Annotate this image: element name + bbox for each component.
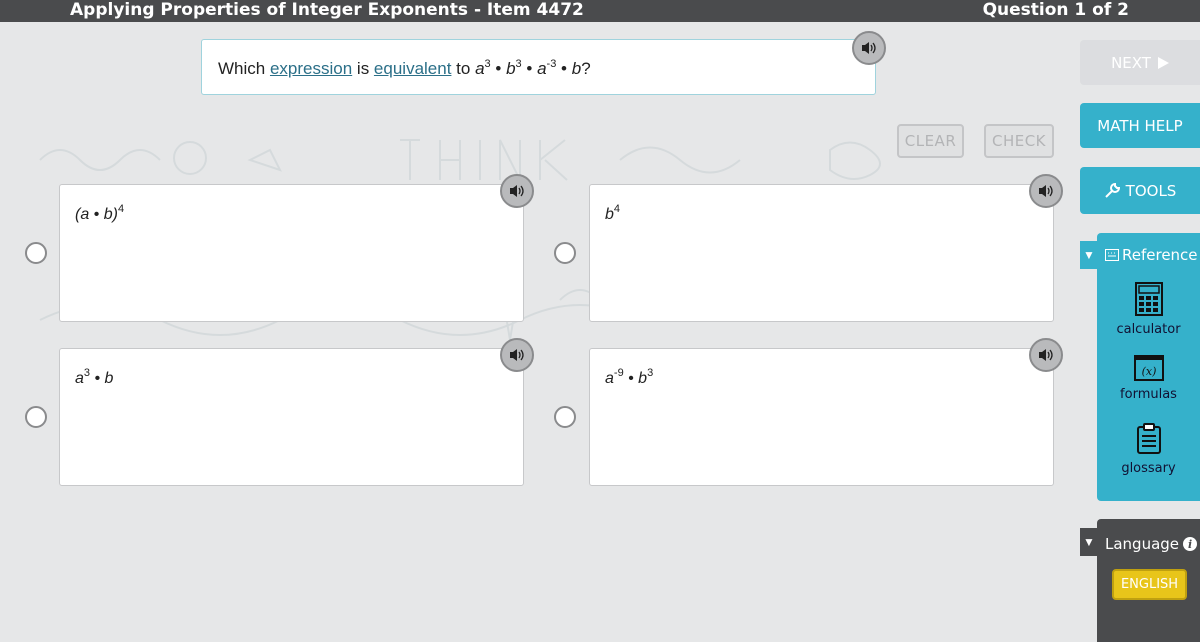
answer-radio-b[interactable]	[554, 242, 576, 264]
answer-text-c: a3 • b	[75, 367, 114, 387]
speaker-icon	[1039, 185, 1053, 197]
formulas-label: formulas	[1120, 387, 1177, 402]
answer-text-b: b4	[605, 203, 621, 223]
answer-card-d[interactable]: a-9 • b3	[589, 348, 1054, 486]
top-bar: Applying Properties of Integer Exponents…	[0, 0, 1200, 22]
wrench-icon	[1104, 182, 1120, 198]
check-button[interactable]: CHECK	[984, 124, 1054, 158]
glossary-tool[interactable]: glossary	[1097, 423, 1200, 476]
speaker-icon	[510, 185, 524, 197]
question-prompt-box: Which expression is equivalent to a3 • b…	[201, 39, 876, 95]
language-header: Language i	[1105, 535, 1198, 553]
answer-b-audio-button[interactable]	[1029, 174, 1063, 208]
question-counter: Question 1 of 2	[982, 0, 1129, 20]
answer-radio-a[interactable]	[25, 242, 47, 264]
language-english-button[interactable]: ENGLISH	[1112, 569, 1187, 600]
formulas-icon: (x)	[1133, 355, 1164, 381]
speaker-icon	[1039, 349, 1053, 361]
play-arrow-icon	[1157, 56, 1169, 69]
reference-header[interactable]: Reference	[1105, 246, 1198, 264]
info-icon[interactable]: i	[1183, 537, 1198, 551]
math-help-button[interactable]: MATH HELP	[1080, 103, 1200, 148]
calculator-tool[interactable]: calculator	[1097, 282, 1200, 337]
next-button[interactable]: NEXT	[1080, 40, 1200, 85]
svg-text:(x): (x)	[1141, 365, 1156, 378]
formulas-tool[interactable]: (x) formulas	[1097, 355, 1200, 402]
glossary-link-expression[interactable]: expression	[270, 59, 352, 78]
speaker-icon	[862, 42, 876, 54]
reference-collapse-toggle[interactable]: ▼	[1080, 241, 1098, 269]
language-collapse-toggle[interactable]: ▼	[1080, 528, 1098, 556]
assessment-title: Applying Properties of Integer Exponents…	[70, 0, 584, 20]
question-text: Which expression is equivalent to a3 • b…	[218, 58, 591, 78]
tools-button[interactable]: TOOLS	[1080, 167, 1200, 214]
answer-text-d: a-9 • b3	[605, 367, 654, 387]
glossary-label: glossary	[1121, 461, 1176, 476]
answer-text-a: (a • b)4	[75, 203, 125, 223]
calculator-icon	[1134, 282, 1163, 316]
answer-card-a[interactable]: (a • b)4	[59, 184, 524, 322]
glossary-icon	[1136, 423, 1161, 454]
answer-c-audio-button[interactable]	[500, 338, 534, 372]
answer-radio-d[interactable]	[554, 406, 576, 428]
answer-card-c[interactable]: a3 • b	[59, 348, 524, 486]
answer-d-audio-button[interactable]	[1029, 338, 1063, 372]
clear-button[interactable]: CLEAR	[897, 124, 964, 158]
glossary-link-equivalent[interactable]: equivalent	[374, 59, 452, 78]
calculator-label: calculator	[1116, 322, 1181, 337]
speaker-icon	[510, 349, 524, 361]
answer-a-audio-button[interactable]	[500, 174, 534, 208]
question-audio-button[interactable]	[852, 31, 886, 65]
keyboard-icon	[1105, 249, 1119, 261]
answer-card-b[interactable]: b4	[589, 184, 1054, 322]
answer-radio-c[interactable]	[25, 406, 47, 428]
